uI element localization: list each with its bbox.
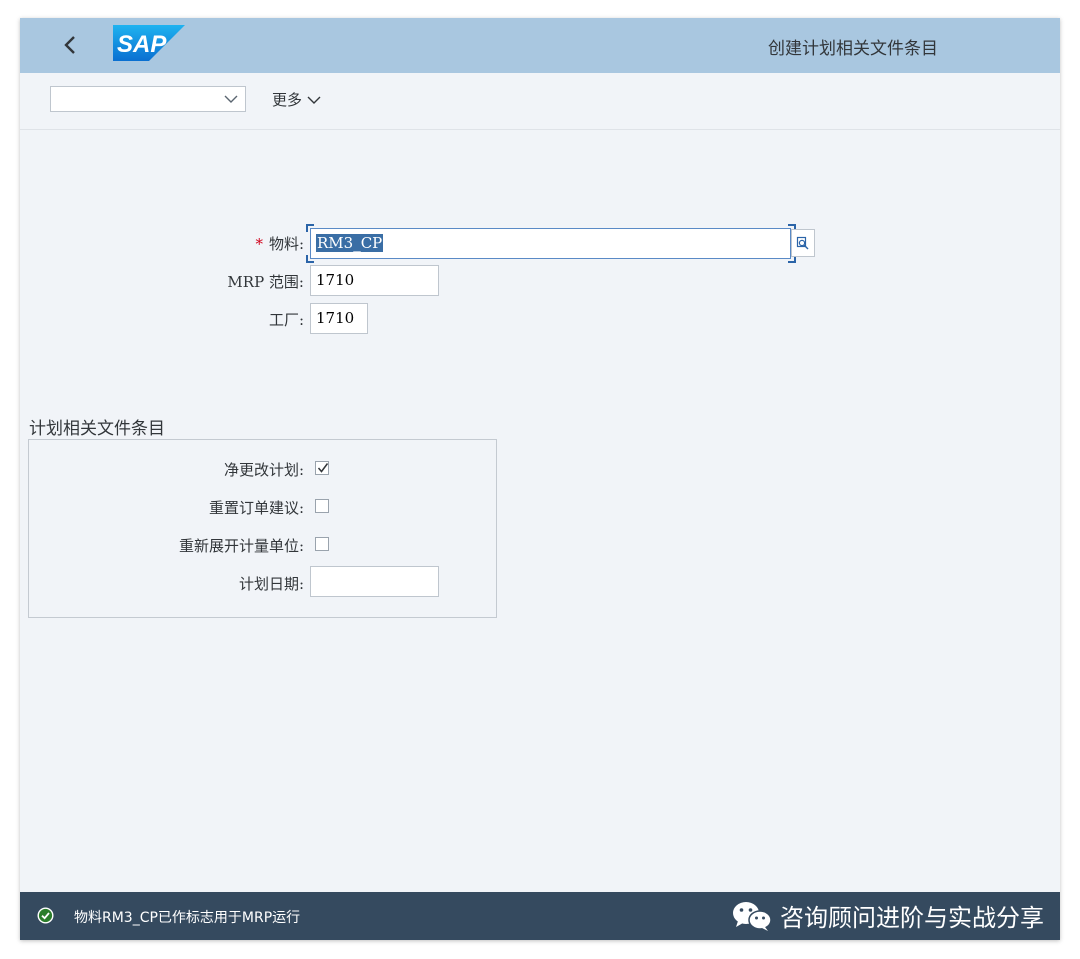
material-label: * 物料: bbox=[255, 235, 304, 253]
more-label: 更多 bbox=[272, 91, 303, 109]
net-change-checkbox[interactable] bbox=[315, 461, 329, 475]
variant-select[interactable] bbox=[50, 86, 246, 112]
watermark-text: 咨询顾问进阶与实战分享 bbox=[780, 904, 1044, 932]
watermark: 咨询顾问进阶与实战分享 bbox=[730, 898, 1044, 933]
reexplode-uom-label: 重新展开计量单位: bbox=[178, 537, 304, 555]
focus-corner bbox=[306, 255, 314, 263]
checkmark-icon bbox=[317, 463, 329, 473]
sap-logo: SAP bbox=[113, 25, 185, 61]
page-title: 创建计划相关文件条目 bbox=[768, 39, 938, 59]
material-input-value: RM3_CP bbox=[316, 234, 384, 252]
back-button[interactable] bbox=[56, 30, 84, 60]
search-help-icon bbox=[796, 236, 809, 250]
planning-date-label: 计划日期: bbox=[238, 575, 304, 593]
focus-corner bbox=[306, 224, 314, 232]
chevron-down-icon bbox=[307, 96, 321, 104]
plant-label: 工厂: bbox=[268, 311, 304, 329]
app-window: SAP 创建计划相关文件条目 更多 * 物料: RM3_CP MRP 范围: 1… bbox=[20, 18, 1060, 940]
wechat-icon bbox=[733, 901, 772, 931]
chevron-down-icon bbox=[224, 95, 238, 103]
shell-bar: SAP 创建计划相关文件条目 bbox=[20, 18, 1060, 73]
status-message[interactable]: 物料RM3_CP已作标志用于MRP运行 bbox=[74, 907, 300, 927]
mrp-area-input[interactable]: 1710 bbox=[310, 265, 439, 296]
required-marker: * bbox=[255, 235, 263, 253]
mrp-area-label: MRP 范围: bbox=[227, 273, 304, 291]
net-change-label: 净更改计划: bbox=[223, 461, 304, 479]
reset-proposals-checkbox[interactable] bbox=[315, 499, 329, 513]
group-title: 计划相关文件条目 bbox=[29, 419, 165, 439]
status-bar: 物料RM3_CP已作标志用于MRP运行 咨询顾问进阶与实战分享 bbox=[20, 892, 1060, 940]
logo-text: SAP bbox=[117, 31, 167, 58]
plant-input[interactable]: 1710 bbox=[310, 303, 368, 334]
chevron-left-icon bbox=[64, 36, 75, 54]
reexplode-uom-checkbox[interactable] bbox=[315, 537, 329, 551]
toolbar: 更多 bbox=[20, 73, 1060, 130]
material-input[interactable]: RM3_CP bbox=[310, 228, 791, 259]
more-menu-button[interactable]: 更多 bbox=[272, 89, 322, 110]
reset-proposals-label: 重置订单建议: bbox=[208, 499, 304, 517]
success-check-icon bbox=[37, 907, 54, 924]
planning-date-input[interactable] bbox=[310, 566, 439, 597]
value-help-button[interactable] bbox=[791, 229, 815, 257]
